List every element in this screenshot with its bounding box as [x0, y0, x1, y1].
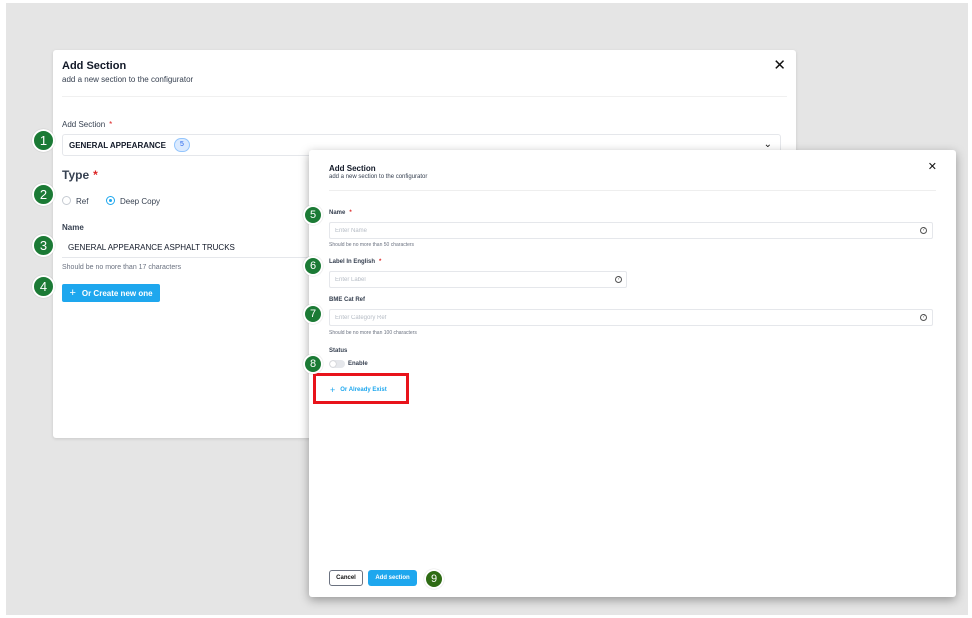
step-marker-9: 9: [424, 569, 444, 589]
step-marker-6: 6: [303, 256, 323, 276]
help-circle-icon[interactable]: ?: [615, 276, 622, 283]
close-icon[interactable]: ✕: [928, 162, 937, 173]
add-section-label: Add Section *: [62, 120, 113, 129]
name-field-value: GENERAL APPEARANCE ASPHALT TRUCKS: [68, 243, 235, 252]
header-divider: [62, 96, 787, 97]
dialog-subtitle: add a new section to the configurator: [62, 75, 194, 84]
name-label: Name: [62, 223, 84, 232]
close-icon[interactable]: ✕: [773, 58, 786, 73]
name-input[interactable]: [329, 222, 933, 239]
dialog-subtitle: add a new section to the configurator: [329, 174, 428, 180]
add-section-dialog-front: Add Section add a new section to the con…: [309, 150, 956, 597]
status-toggle[interactable]: [329, 360, 345, 368]
step-marker-5: 5: [303, 205, 323, 225]
cancel-button[interactable]: Cancel: [329, 570, 363, 586]
step-marker-8: 8: [303, 354, 323, 374]
bme-cat-ref-input[interactable]: [329, 309, 933, 326]
help-circle-icon[interactable]: ?: [920, 314, 927, 321]
already-exist-button[interactable]: + Or Already Exist: [330, 385, 387, 395]
radio-deep-copy[interactable]: [106, 196, 115, 205]
bme-hint: Should be no more than 100 characters: [329, 330, 417, 336]
radio-ref[interactable]: [62, 196, 71, 205]
label-english-label: Label In English *: [329, 259, 382, 265]
step-marker-4: 4: [32, 275, 55, 298]
label-english-input[interactable]: [329, 271, 627, 288]
name-field[interactable]: GENERAL APPEARANCE ASPHALT TRUCKS: [62, 237, 312, 258]
status-toggle-label: Enable: [348, 361, 368, 367]
chevron-down-icon[interactable]: ⌄: [764, 139, 772, 150]
step-marker-7: 7: [303, 304, 323, 324]
header-divider: [329, 190, 936, 191]
plus-icon: +: [69, 287, 76, 299]
dialog-title: Add Section: [329, 164, 376, 173]
name-hint: Should be no more than 50 characters: [329, 242, 415, 248]
step-marker-1: 1: [32, 129, 55, 152]
add-section-button[interactable]: Add section: [368, 570, 417, 586]
radio-deep-copy-label[interactable]: Deep Copy: [120, 197, 160, 206]
plus-icon: +: [330, 385, 336, 395]
name-label: Name *: [329, 210, 352, 216]
name-hint: Should be no more than 17 characters: [62, 264, 182, 271]
status-label: Status: [329, 348, 348, 354]
section-count-badge: 5: [174, 138, 190, 152]
step-marker-2: 2: [32, 183, 55, 206]
bme-cat-ref-label: BME Cat Ref: [329, 297, 366, 303]
section-select-value: GENERAL APPEARANCE: [69, 141, 166, 150]
type-heading: Type *: [62, 168, 98, 182]
dialog-title: Add Section: [62, 60, 127, 72]
radio-ref-label[interactable]: Ref: [76, 197, 88, 206]
help-circle-icon[interactable]: ?: [920, 227, 927, 234]
step-marker-3: 3: [32, 234, 55, 257]
create-new-button[interactable]: + Or Create new one: [62, 284, 160, 302]
